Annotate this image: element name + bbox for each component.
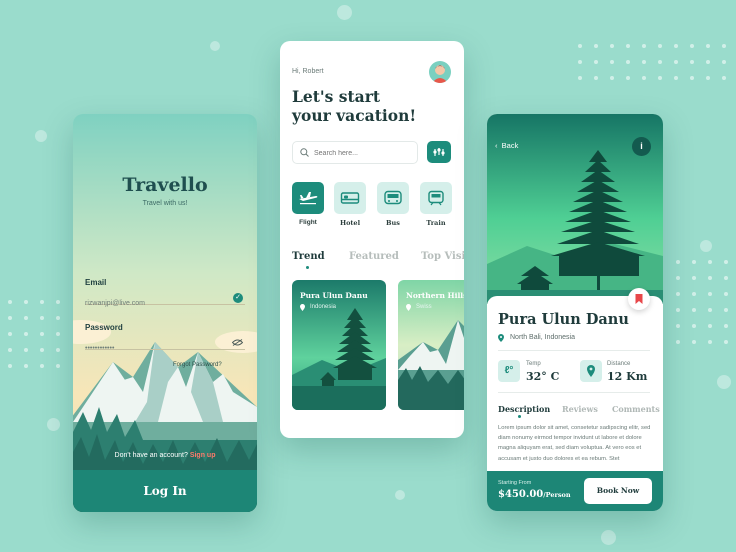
starting-from-label: Starting From (498, 480, 532, 486)
train-icon (428, 190, 444, 206)
divider (498, 350, 650, 351)
thermometer-icon: ℓ° (498, 360, 520, 382)
distance-label: Distance (607, 361, 631, 367)
description-text: Lorem ipsum dolor sit amet, consetetur s… (498, 425, 651, 462)
card-location: Indonesia (310, 304, 337, 310)
dot-pattern (676, 260, 728, 344)
chevron-left-icon: ‹ (495, 141, 498, 150)
tab-top-visit[interactable]: Top Visit (421, 251, 464, 262)
greeting: Hi, Robert (292, 68, 324, 75)
category-label: Flight (299, 219, 317, 226)
avatar[interactable] (429, 61, 451, 83)
price-value: $450.00 (498, 489, 544, 500)
email-field[interactable]: rizwanjpi@live.com ✓ (85, 292, 245, 307)
bus-icon (384, 190, 402, 205)
bookmark-icon (635, 294, 643, 304)
no-account-text: Don't have an account? (114, 452, 188, 459)
dot-pattern (8, 300, 60, 368)
category-train[interactable] (420, 182, 452, 214)
category-label: Hotel (339, 219, 361, 227)
signup-prompt: Don't have an account? Sign up (73, 452, 257, 459)
tab-comments[interactable]: Comments (612, 404, 660, 414)
email-label: Email (85, 278, 107, 287)
bg-circle (35, 130, 47, 142)
price: $450.00/Person (498, 489, 571, 500)
category-label: Train (426, 219, 446, 227)
card-title: Pura Ulun Danu (300, 291, 368, 300)
bg-circle (337, 5, 352, 20)
info-button[interactable]: i (632, 137, 651, 156)
search-input[interactable] (314, 146, 414, 160)
location-pin-icon (406, 304, 411, 311)
card-title: Northern Hills (406, 291, 464, 300)
bookmark-button[interactable] (628, 288, 650, 310)
place-location: North Bali, Indonesia (510, 334, 575, 341)
signup-link[interactable]: Sign up (190, 452, 216, 459)
card-location: Swiss (416, 304, 432, 310)
destination-card[interactable]: Northern Hills Swiss (398, 280, 464, 410)
info-icon: i (640, 141, 643, 151)
eye-off-icon[interactable] (232, 339, 243, 346)
active-tab-indicator (518, 415, 521, 418)
headline-line-2: your vacation! (292, 106, 417, 125)
headline-line-1: Let's start (292, 87, 381, 106)
password-label: Password (85, 323, 123, 332)
page-title: Let's start your vacation! (292, 87, 452, 125)
location-pin-icon (498, 334, 504, 342)
search-icon (300, 148, 309, 157)
tab-featured[interactable]: Featured (349, 251, 399, 262)
location-pin-icon (300, 304, 305, 311)
bg-circle (717, 375, 731, 389)
back-label: Back (501, 141, 519, 150)
tagline: Travel with us! (142, 200, 188, 207)
forgot-password-link[interactable]: Forgot Password? (173, 362, 222, 368)
location-pin-icon (580, 360, 602, 382)
bg-circle (47, 418, 60, 431)
temp-value: 32° C (526, 370, 560, 383)
place-title: Pura Ulun Danu (498, 311, 629, 328)
user-avatar-icon (432, 65, 448, 83)
password-value: •••••••••••• (85, 345, 115, 352)
destination-card[interactable]: Pura Ulun Danu Indonesia (292, 280, 386, 410)
active-tab-indicator (306, 266, 309, 269)
price-unit: /Person (543, 491, 571, 499)
category-flight[interactable] (292, 182, 324, 214)
filter-button[interactable] (427, 141, 451, 163)
login-button[interactable]: Log In (73, 470, 257, 512)
home-screen: Hi, Robert Let's start your vacation! Se… (280, 41, 464, 438)
divider (498, 392, 650, 393)
filter-icon (433, 148, 445, 156)
back-button[interactable]: ‹ Back (495, 141, 518, 150)
search-box[interactable] (292, 141, 418, 164)
bg-circle (395, 490, 405, 500)
distance-value: 12 Km (607, 370, 648, 383)
tab-trend[interactable]: Trend (292, 251, 325, 262)
app-brand: Travello (122, 174, 208, 196)
email-value: rizwanjpi@live.com (85, 300, 146, 307)
category-hotel[interactable] (334, 182, 366, 214)
check-icon: ✓ (233, 293, 243, 303)
login-screen: Travello Travel with us! Email rizwanjpi… (73, 114, 257, 512)
temp-label: Temp (526, 361, 541, 367)
book-now-button[interactable]: Book Now (584, 478, 652, 504)
bed-icon (340, 192, 360, 204)
bg-circle (700, 240, 712, 252)
plane-icon (299, 192, 318, 205)
tab-description[interactable]: Description (498, 404, 550, 414)
tab-reviews[interactable]: Reviews (562, 404, 598, 414)
category-bus[interactable] (377, 182, 409, 214)
password-field[interactable]: •••••••••••• (85, 337, 245, 352)
dot-pattern (578, 44, 736, 80)
bg-circle (601, 530, 616, 545)
bg-circle (210, 41, 220, 51)
detail-screen: ‹ Back i Pura Ulun Danu North Bali, Indo… (487, 114, 663, 511)
category-label: Bus (386, 219, 400, 227)
